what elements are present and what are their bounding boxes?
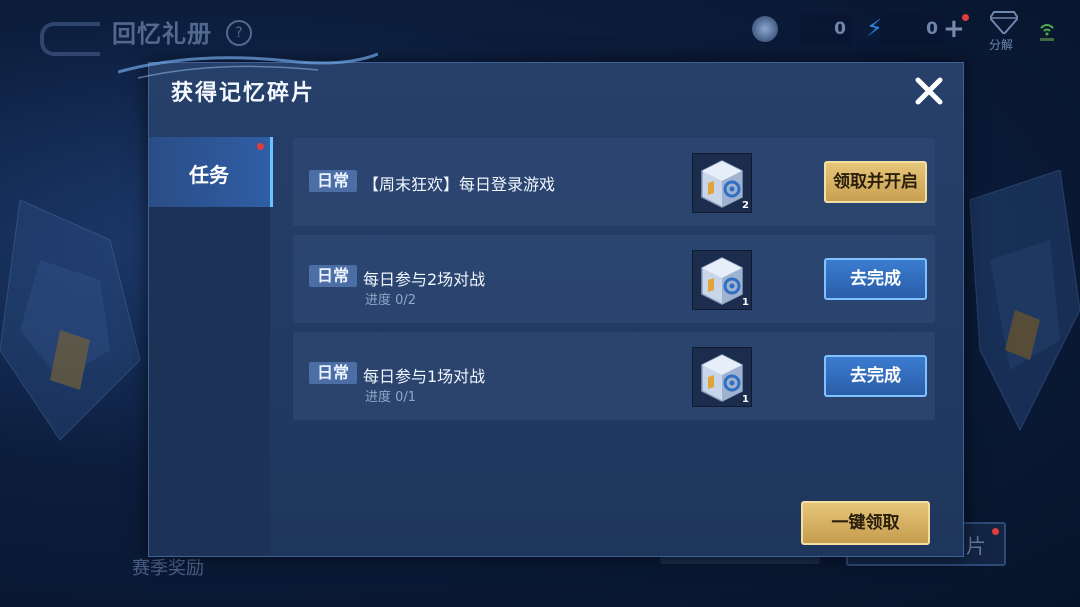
- background-fragment-label: 片: [966, 534, 986, 558]
- notification-dot: [257, 143, 264, 150]
- daily-tag: 日常: [309, 362, 357, 384]
- task-name: 每日参与2场对战: [363, 270, 486, 289]
- tab-tasks[interactable]: 任务: [149, 137, 273, 207]
- task-row: 日常 每日参与1场对战 进度 0/1 1 去完成: [293, 332, 935, 420]
- currency-b-value: 0: [880, 14, 944, 44]
- notification-dot: [962, 14, 969, 21]
- task-name: 【周末狂欢】每日登录游戏: [363, 175, 556, 194]
- close-button[interactable]: [909, 71, 949, 111]
- crystal-decoration-left: [0, 199, 141, 441]
- help-icon[interactable]: ?: [226, 20, 252, 46]
- back-button[interactable]: [40, 22, 100, 56]
- reward-item[interactable]: 2: [692, 153, 752, 213]
- go-complete-button[interactable]: 去完成: [824, 258, 927, 300]
- task-name: 每日参与1场对战: [363, 367, 486, 386]
- memory-box-icon: [701, 160, 743, 208]
- reward-count: 1: [742, 297, 749, 308]
- daily-tag: 日常: [309, 170, 357, 192]
- memory-box-icon: [701, 257, 743, 305]
- reward-item[interactable]: 1: [692, 347, 752, 407]
- task-row: 日常 每日参与2场对战 进度 0/2 1 去完成: [293, 235, 935, 323]
- diamond-icon[interactable]: [990, 10, 1018, 34]
- go-complete-button[interactable]: 去完成: [824, 355, 927, 397]
- wifi-icon: [1040, 24, 1054, 41]
- reward-count: 2: [742, 200, 749, 211]
- season-reward-label: 赛季奖励: [132, 558, 204, 579]
- daily-tag: 日常: [309, 265, 357, 287]
- memory-box-icon: [701, 354, 743, 402]
- claim-and-open-button[interactable]: 领取并开启: [824, 161, 927, 203]
- title-swoosh-decoration: [118, 52, 378, 79]
- notification-dot: [992, 528, 999, 535]
- task-row: 日常 【周末狂欢】每日登录游戏 2 领取并开启: [293, 138, 935, 226]
- reward-count: 1: [742, 394, 749, 405]
- task-progress: 进度 0/2: [365, 293, 417, 308]
- claim-all-button[interactable]: 一键领取: [801, 501, 930, 545]
- reward-item[interactable]: 1: [692, 250, 752, 310]
- decompose-label[interactable]: 分解: [989, 36, 1013, 53]
- task-progress: 进度 0/1: [365, 390, 417, 405]
- currency-a-value: 0: [800, 14, 852, 44]
- close-icon: [915, 77, 943, 105]
- crystal-decoration-right: [969, 170, 1080, 432]
- coin-icon: [752, 16, 778, 42]
- modal-sidebar: 任务: [149, 137, 273, 556]
- obtain-fragments-modal: 获得记忆碎片 任务 日常 【周末狂欢】每日登录游戏 2 领取并开启 日常 每日参…: [148, 62, 964, 557]
- tab-tasks-label: 任务: [189, 163, 229, 187]
- page-title: 回忆礼册: [112, 20, 212, 48]
